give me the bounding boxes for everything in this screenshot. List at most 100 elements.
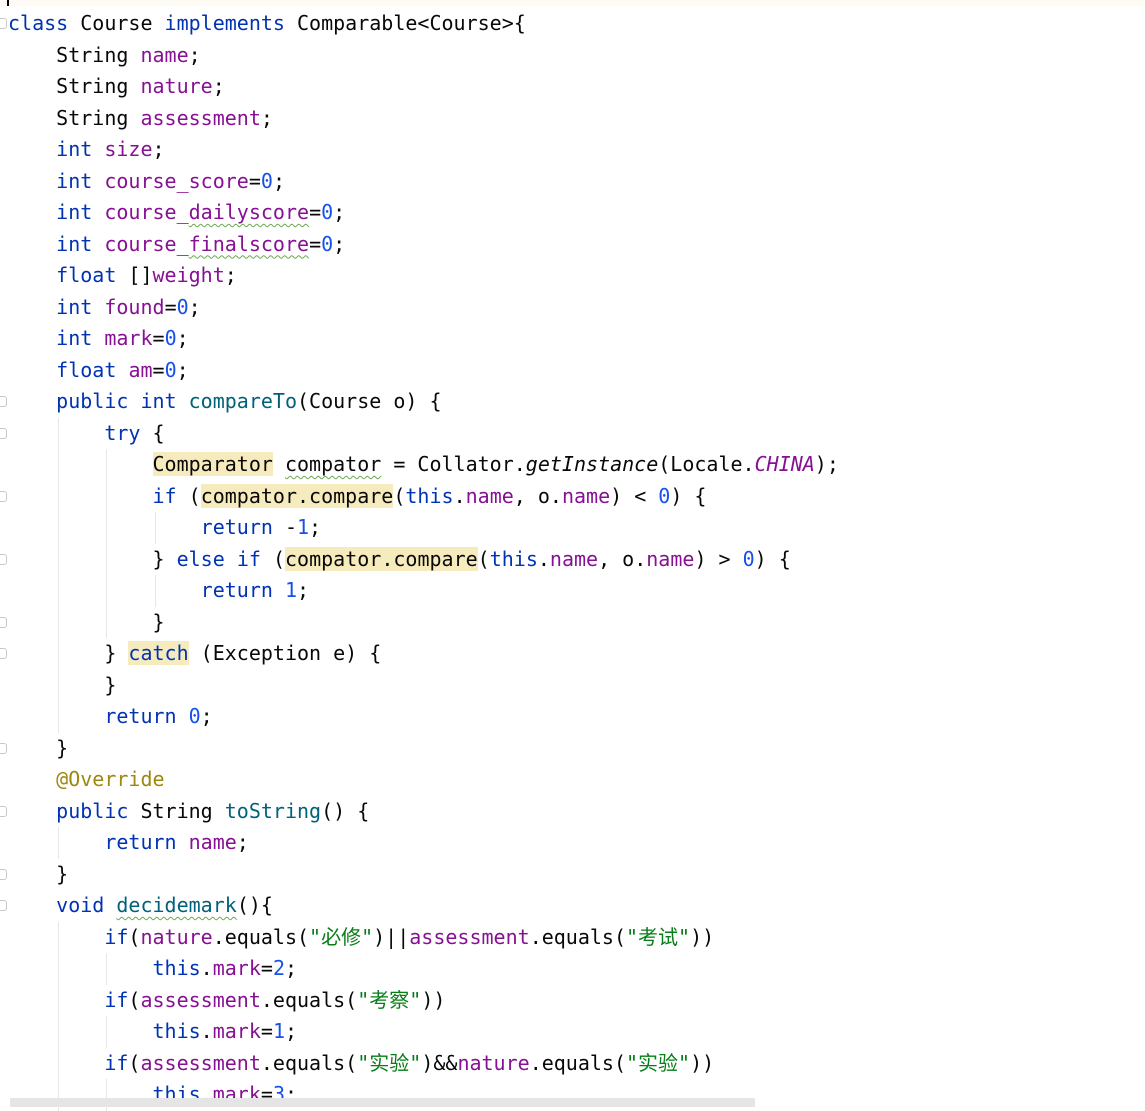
code-line[interactable]: return -1;	[0, 512, 1145, 544]
code-token: nature	[457, 1050, 530, 1075]
code-line[interactable]: } catch (Exception e) {	[0, 638, 1145, 670]
code-line[interactable]: int size;	[0, 134, 1145, 166]
code-token: try	[104, 420, 141, 445]
code-line[interactable]: int course_dailyscore=0;	[0, 197, 1145, 229]
code-token: if	[104, 924, 129, 949]
code-token: , o.	[513, 483, 562, 508]
code-line[interactable]: float am=0;	[0, 355, 1145, 387]
code-line[interactable]: return 1;	[0, 575, 1145, 607]
code-line[interactable]: try {	[0, 418, 1145, 450]
code-line[interactable]: @Override	[0, 764, 1145, 796]
code-line[interactable]: if(assessment.equals("实验")&&nature.equal…	[0, 1048, 1145, 1080]
fold-marker-icon[interactable]	[0, 490, 7, 502]
code-line[interactable]: }	[0, 733, 1145, 765]
code-token: this	[152, 1019, 201, 1043]
code-text: String name;	[8, 40, 201, 72]
code-line[interactable]: float []weight;	[0, 260, 1145, 292]
code-line[interactable]: String name;	[0, 40, 1145, 72]
code-text: Comparator compator = Collator.getInstan…	[8, 449, 839, 481]
code-line[interactable]: } else if (compator.compare(this.name, o…	[0, 544, 1145, 576]
code-token: Comparable<Course>{	[284, 11, 526, 35]
fold-marker-icon[interactable]	[0, 742, 7, 754]
code-line[interactable]: if (compator.compare(this.name, o.name) …	[0, 481, 1145, 513]
code-line[interactable]: String assessment;	[0, 103, 1145, 135]
code-line[interactable]: }	[0, 607, 1145, 639]
code-token: 0	[188, 704, 201, 728]
code-token: }	[104, 641, 129, 665]
code-line[interactable]: }	[0, 859, 1145, 891]
code-token: ;	[272, 168, 285, 193]
fold-marker-icon[interactable]	[0, 805, 7, 817]
code-token: -	[272, 515, 297, 539]
fold-marker-icon[interactable]	[0, 868, 7, 880]
code-line[interactable]: this.mark=2;	[0, 953, 1145, 985]
code-token: ;	[188, 294, 201, 319]
code-text: return 0;	[8, 701, 212, 733]
code-line[interactable]: int course_finalscore=0;	[0, 229, 1145, 261]
code-text: public String toString() {	[8, 796, 369, 828]
indent-guide	[58, 827, 60, 859]
fold-marker-icon[interactable]	[0, 616, 7, 628]
code-token: (	[176, 483, 201, 508]
code-token: return	[104, 704, 177, 728]
code-token: .equals(	[260, 1050, 358, 1075]
code-line[interactable]: return name;	[0, 827, 1145, 859]
fold-marker-icon[interactable]	[0, 553, 7, 565]
code-token: assessment	[140, 987, 261, 1012]
code-line[interactable]: int course_score=0;	[0, 166, 1145, 198]
fold-marker-icon[interactable]	[0, 900, 7, 911]
code-token: name	[646, 546, 695, 571]
code-text: if(assessment.equals("实验")&&nature.equal…	[8, 1048, 714, 1080]
code-token: 0	[164, 357, 177, 382]
code-line[interactable]: }	[0, 670, 1145, 702]
code-text: if(assessment.equals("考察"))	[8, 985, 445, 1017]
fold-marker-icon[interactable]	[0, 648, 7, 659]
code-token: =	[309, 200, 322, 224]
code-line[interactable]: this.mark=1;	[0, 1016, 1145, 1048]
code-token: =	[260, 1019, 273, 1043]
fold-marker-icon[interactable]	[0, 427, 7, 439]
code-token: ) <	[610, 483, 659, 508]
code-token: 0	[658, 483, 671, 508]
code-token: class	[8, 11, 69, 35]
code-token: .	[453, 483, 466, 508]
code-token: nature	[140, 924, 213, 949]
code-token: return	[200, 515, 273, 539]
code-line[interactable]: if(nature.equals("必修")||assessment.equal…	[0, 922, 1145, 954]
code-line[interactable]: String nature;	[0, 71, 1145, 103]
code-line[interactable]: int found=0;	[0, 292, 1145, 324]
code-token: = Collator.	[381, 452, 526, 476]
fold-marker-icon[interactable]	[0, 18, 7, 29]
code-line[interactable]: public int compareTo(Course o) {	[0, 386, 1145, 418]
code-text: return name;	[8, 827, 249, 859]
code-token: "考试"	[626, 924, 691, 949]
code-text: try {	[8, 418, 164, 450]
code-token: name	[140, 42, 189, 67]
code-token: int	[56, 326, 93, 350]
code-line[interactable]: class Course implements Comparable<Cours…	[0, 8, 1145, 40]
code-editor[interactable]: class Course implements Comparable<Cours…	[0, 8, 1145, 1111]
code-token: 0	[742, 546, 755, 571]
code-line[interactable]: return 0;	[0, 701, 1145, 733]
code-token: ;	[224, 263, 237, 287]
code-line[interactable]: void decidemark(){	[0, 890, 1145, 922]
code-line[interactable]: public String toString() {	[0, 796, 1145, 828]
code-token: Course	[68, 11, 165, 35]
code-text: int course_finalscore=0;	[8, 229, 345, 261]
code-token: []	[116, 263, 153, 287]
code-token: .	[537, 546, 550, 571]
code-token: =	[152, 326, 165, 350]
code-line[interactable]: if(assessment.equals("考察"))	[0, 985, 1145, 1017]
indent-guide	[106, 1079, 108, 1111]
code-token: compator	[284, 452, 382, 476]
code-line[interactable]: Comparator compator = Collator.getInstan…	[0, 449, 1145, 481]
horizontal-scrollbar[interactable]	[10, 1098, 755, 1107]
code-token: implements	[164, 11, 285, 35]
code-text: int course_dailyscore=0;	[8, 197, 345, 229]
code-token: public	[56, 798, 129, 823]
fold-marker-icon[interactable]	[0, 396, 7, 407]
code-line[interactable]: int mark=0;	[0, 323, 1145, 355]
code-token: =	[260, 956, 273, 980]
